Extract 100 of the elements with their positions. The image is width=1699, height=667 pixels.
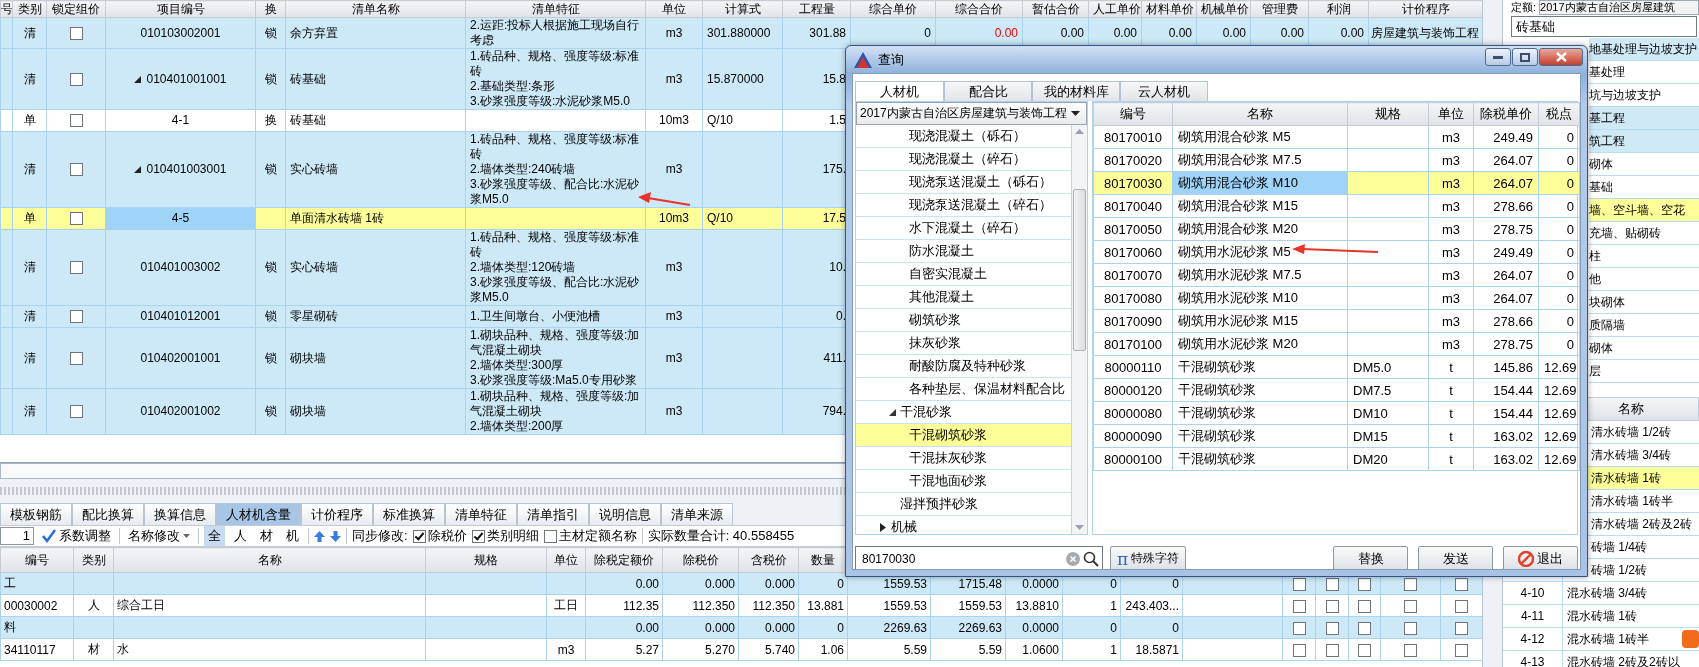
tab[interactable]: 计价程序 (301, 503, 373, 525)
table-row[interactable]: 80000120 干混砌筑砂浆 DM7.5 t 154.44 12.69 (1093, 378, 1580, 402)
checkbox[interactable] (69, 351, 83, 365)
checkbox[interactable] (1455, 599, 1468, 613)
tab[interactable]: 配比换算 (72, 503, 144, 525)
tree-item[interactable]: 干混地面砂浆 (856, 470, 1071, 493)
tree-item[interactable]: 其他混凝土 (856, 286, 1071, 309)
tree-item[interactable]: 耐酸防腐及特种砂浆 (856, 355, 1071, 378)
table-row[interactable]: 80170010 砌筑用混合砂浆 M5 m3 249.49 0 (1093, 125, 1580, 149)
table-row[interactable]: 80170060 砌筑用水泥砂浆 M5 m3 249.49 0 (1093, 240, 1580, 264)
table-row[interactable]: 80000100 干混砌筑砂浆 DM20 t 163.02 12.69 (1093, 447, 1580, 471)
checkbox[interactable] (1325, 599, 1339, 613)
checkbox[interactable] (1325, 577, 1339, 591)
tree-item[interactable]: 地基处理与边坡支护 (1589, 38, 1699, 61)
checkbox[interactable] (1455, 643, 1468, 657)
table-row[interactable]: 80000090 干混砌筑砂浆 DM15 t 163.02 12.69 (1093, 424, 1580, 448)
tree-item[interactable]: 水下混凝土（碎石） (856, 217, 1071, 240)
maximize-button[interactable] (1512, 48, 1538, 66)
tree-item[interactable]: 基工程 (1589, 107, 1699, 130)
tree-item[interactable]: 防水混凝土 (856, 240, 1071, 263)
tab[interactable]: 清单特征 (445, 503, 517, 525)
table-row[interactable]: 80170030 砌筑用混合砂浆 M10 m3 264.07 0 (1093, 171, 1580, 195)
checkbox[interactable] (1404, 599, 1417, 613)
checkbox[interactable] (1292, 621, 1306, 635)
tree-item[interactable]: 现浇混凝土（砾石） (856, 125, 1071, 148)
checkbox[interactable] (1292, 577, 1306, 591)
adjust-button[interactable]: 系数调整 (39, 526, 114, 546)
table-row[interactable]: 80170100 砌筑用水泥砂浆 M20 m3 278.75 0 (1093, 332, 1580, 356)
tree-item[interactable]: 现浇混凝土（碎石） (856, 148, 1071, 171)
tree-item[interactable]: 砌筑砂浆 (856, 309, 1071, 332)
filter-tab[interactable]: 机 (282, 526, 303, 546)
rename-menu[interactable]: 名称修改 (125, 526, 193, 546)
close-button[interactable] (1539, 48, 1583, 66)
collapsed-icon[interactable] (880, 522, 886, 532)
checkbox[interactable] (543, 529, 557, 543)
dialog-button[interactable]: 退出 (1503, 546, 1578, 569)
checkbox[interactable] (69, 212, 83, 226)
table-row[interactable]: 80170070 砌筑用水泥砂浆 M7.5 m3 264.07 0 (1093, 263, 1580, 287)
table-row[interactable]: 80170090 砌筑用水泥砂浆 M15 m3 278.66 0 (1093, 309, 1580, 333)
table-row[interactable]: 80170080 砌筑用水泥砂浆 M10 m3 264.07 0 (1093, 286, 1580, 310)
checkbox[interactable] (69, 405, 83, 419)
checkbox[interactable] (69, 26, 83, 40)
expanded-icon[interactable] (889, 408, 896, 416)
table-row[interactable]: 80000110 干混砌筑砂浆 DM5.0 t 145.86 12.69 (1093, 355, 1580, 379)
tree-item[interactable]: 自密实混凝土 (856, 263, 1071, 286)
tree-item[interactable]: 筑工程 (1589, 130, 1699, 153)
tab[interactable]: 人材机含量 (216, 503, 301, 525)
library-dropdown[interactable]: 2017内蒙古自治区房屋建筑 (1539, 0, 1699, 15)
number-field[interactable]: 1 (0, 527, 34, 545)
checkbox[interactable] (1358, 643, 1371, 657)
tab[interactable]: 说明信息 (589, 503, 661, 525)
checkbox[interactable] (1325, 621, 1339, 635)
checkbox[interactable] (69, 114, 83, 128)
tab[interactable]: 人材机 (855, 81, 944, 101)
checkbox[interactable] (412, 529, 426, 543)
tree-item[interactable]: 抹灰砂浆 (856, 332, 1071, 355)
checkbox[interactable] (471, 529, 485, 543)
checkbox[interactable] (69, 72, 83, 86)
tab[interactable]: 标准换算 (373, 503, 445, 525)
filter-tab[interactable]: 全 (204, 526, 225, 546)
library-dropdown[interactable]: 2017内蒙古自治区房屋建筑与装饰工程 (856, 102, 1087, 125)
checkbox[interactable] (1455, 621, 1468, 635)
special-characters-button[interactable]: π 特殊字符 (1110, 546, 1186, 569)
checkbox[interactable] (69, 261, 83, 275)
search-icon[interactable] (1083, 550, 1099, 567)
tree-item[interactable]: 现浇泵送混凝土（砾石） (856, 171, 1071, 194)
up-arrow-icon[interactable] (314, 530, 325, 542)
checkbox[interactable] (1325, 643, 1339, 657)
checkbox[interactable] (1404, 621, 1417, 635)
tab[interactable]: 换算信息 (144, 503, 216, 525)
checkbox[interactable] (69, 163, 83, 177)
list-row[interactable]: 4-13 混水砖墙 2砖及2砖以 (1503, 651, 1699, 667)
search-field[interactable]: 砖基础 (1511, 16, 1697, 37)
tab[interactable]: 模板钢筋 (0, 503, 72, 525)
tab[interactable]: 我的材料库 (1032, 81, 1120, 101)
tree-item[interactable]: 干混砌筑砂浆 (856, 424, 1071, 447)
filter-tab[interactable]: 人 (230, 526, 251, 546)
tree-item[interactable]: 湿拌预拌砂浆 (856, 493, 1071, 516)
tab[interactable]: 云人材机 (1120, 81, 1208, 101)
checkbox[interactable] (1358, 599, 1371, 613)
down-arrow-icon[interactable] (330, 530, 341, 542)
scrollbar-thumb[interactable] (1073, 188, 1086, 351)
table-row[interactable]: 80170020 砌筑用混合砂浆 M7.5 m3 264.07 0 (1093, 148, 1580, 172)
tree-item[interactable]: 各种垫层、保温材料配合比 (856, 378, 1071, 401)
dialog-button[interactable]: 替换 (1333, 546, 1408, 569)
tab[interactable]: 清单来源 (661, 503, 733, 525)
search-field[interactable]: 80170030 (855, 546, 1103, 569)
table-row[interactable]: 80170050 砌筑用混合砂浆 M20 m3 278.75 0 (1093, 217, 1580, 241)
checkbox[interactable] (1292, 599, 1306, 613)
tree-item[interactable]: 墙、空斗墙、空花 (1589, 199, 1699, 222)
table-row[interactable]: 80000080 干混砌筑砂浆 DM10 t 154.44 12.69 (1093, 401, 1580, 425)
checkbox[interactable] (1358, 621, 1371, 635)
checkbox[interactable] (1455, 577, 1468, 591)
table-row[interactable]: 80170040 砌筑用混合砂浆 M15 m3 278.66 0 (1093, 194, 1580, 218)
checkbox[interactable] (1404, 643, 1417, 657)
checkbox[interactable] (1358, 577, 1371, 591)
minimize-button[interactable] (1485, 48, 1511, 66)
checkbox[interactable] (1404, 577, 1417, 591)
checkbox[interactable] (69, 310, 83, 324)
dialog-button[interactable]: 发送 (1418, 546, 1493, 569)
